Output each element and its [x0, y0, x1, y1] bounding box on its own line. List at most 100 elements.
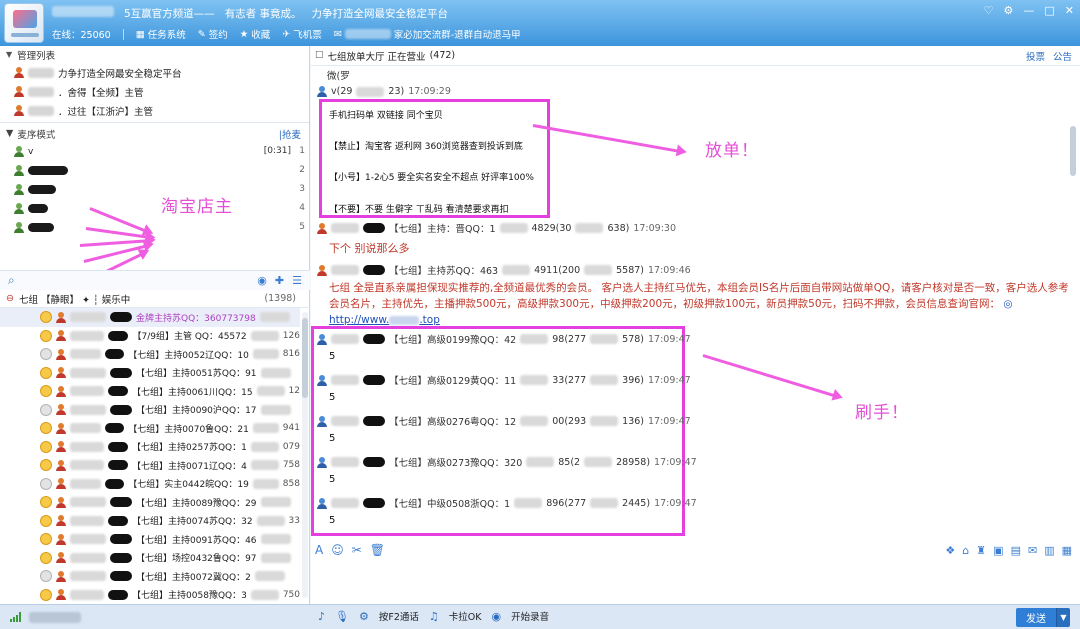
nav-favorite[interactable]: ★ 收藏	[240, 27, 271, 42]
member-item[interactable]: 【七组】主持0074苏QQ：32 33	[0, 512, 300, 531]
member-item[interactable]: 【七组】主持0072冀QQ：2	[0, 567, 300, 586]
queue-item[interactable]: 3	[0, 180, 309, 199]
member-list-scrollbar[interactable]	[302, 312, 308, 598]
karaoke-button[interactable]: 卡拉OK	[449, 609, 482, 623]
member-item[interactable]: 【七组】实主0442皖QQ：19 858	[0, 475, 300, 494]
settings-icon[interactable]: ⚙	[1004, 4, 1014, 17]
group-header[interactable]: ⊖ 七组 【静眼】 ✦ ┆ 娱乐中 (1398)	[0, 290, 310, 308]
member-item[interactable]: 【七组】主持0070鲁QQ：21 941	[0, 419, 300, 438]
member-item[interactable]: 【七组】主持0058豫QQ：3 750	[0, 586, 300, 605]
emoji-icon[interactable]: ☺	[331, 543, 344, 557]
book-icon[interactable]: ▤	[1011, 544, 1021, 557]
reply-meta: 【七组】高级0129黄QQ：11 33(277 396) 17:09:47	[317, 373, 691, 387]
message-icon[interactable]: ✉	[1028, 544, 1037, 557]
admin-list-header[interactable]: ▼ 管理列表	[0, 46, 309, 63]
notice-link[interactable]: ✉ 家必加交流群-退群自动退马甲	[334, 27, 521, 42]
member-item[interactable]: 【七组】主持0090沪QQ：17	[0, 401, 300, 420]
chat-scrollbar[interactable]	[1070, 126, 1076, 176]
admin-item[interactable]: 力争打造全网最安全稳定平台	[0, 63, 309, 82]
redacted-name	[70, 330, 104, 341]
nav-task-system[interactable]: ▦ 任务系统	[136, 27, 186, 42]
skin-icon[interactable]: ♡	[984, 4, 994, 17]
add-member-icon[interactable]: ✚	[275, 274, 284, 287]
admin-item[interactable]: ．过往【江浙沪】主管	[0, 101, 309, 120]
vote-link[interactable]: 投票	[1026, 49, 1045, 63]
box-icon[interactable]: ▣	[993, 544, 1003, 557]
member-item[interactable]: 【七组】主持0089豫QQ：29	[0, 493, 300, 512]
announcement-link[interactable]: 公告	[1053, 49, 1072, 63]
location-icon[interactable]: ◉	[257, 274, 267, 287]
trash-icon[interactable]: 🗑	[370, 543, 385, 557]
mic-queue-header[interactable]: ▼ 麦序模式 |抢麦	[0, 125, 309, 142]
scissors-icon[interactable]: ✂	[352, 543, 362, 557]
search-icon[interactable]: ⌕	[8, 273, 15, 288]
queue-item[interactable]: v [0:31] 1	[0, 142, 309, 161]
member-item[interactable]: 【七组】主持0051苏QQ：91	[0, 364, 300, 383]
shop-owner-annotation: 淘宝店主	[161, 197, 233, 217]
collapse-icon[interactable]: ⊖	[6, 293, 14, 304]
member-item[interactable]: 【七组】主持0071辽QQ：4 758	[0, 456, 300, 475]
shop-icon[interactable]: ⌂	[962, 544, 969, 557]
redacted-name	[110, 312, 132, 323]
music-icon[interactable]: ♫	[429, 610, 439, 623]
annotation-arrow	[532, 124, 681, 154]
vip-icon[interactable]: ♜	[976, 544, 986, 557]
redacted-id	[575, 223, 604, 233]
f2-talk-button[interactable]: 按F2通话	[379, 609, 419, 623]
website-link[interactable]: http://www. .top	[329, 314, 440, 326]
member-item[interactable]: 【七组】主持0052辽QQ：10 816	[0, 345, 300, 364]
maximize-icon[interactable]: □	[1044, 4, 1054, 17]
queue-item[interactable]: 4	[0, 199, 309, 218]
level-icon	[40, 477, 52, 490]
microphone-icon[interactable]: 🎙	[335, 610, 349, 623]
chevron-down-icon[interactable]: ▼	[1056, 608, 1070, 627]
gift-icon[interactable]: ❖	[945, 544, 955, 557]
speaker-icon[interactable]: ♪	[318, 610, 325, 623]
chevron-down-icon: ▼	[6, 50, 13, 59]
channel-name: 5互赢官方频道——	[124, 8, 215, 20]
member-label: 【七组】主持0061川QQ：15	[132, 387, 253, 398]
user-icon	[56, 311, 66, 323]
send-button[interactable]: 发送	[1016, 608, 1056, 627]
minimize-icon[interactable]: —	[1023, 4, 1034, 17]
member-item[interactable]: 金牌主持苏QQ：360773798	[0, 308, 300, 327]
record-icon[interactable]: ◉	[491, 610, 501, 623]
user-icon	[56, 478, 66, 490]
close-icon[interactable]: ✕	[1065, 4, 1074, 17]
user-icon	[56, 385, 66, 397]
user-icon	[317, 222, 327, 234]
nav-sign[interactable]: ✎ 签约	[198, 27, 228, 42]
redacted-id	[520, 375, 549, 385]
redacted-name	[70, 497, 106, 508]
redacted-name	[107, 330, 129, 341]
room-icon: ☐	[315, 50, 324, 61]
member-item[interactable]: 【七组】场控0432鲁QQ：97	[0, 549, 300, 568]
member-item[interactable]: 【七组】主持0061川QQ：15 12	[0, 382, 300, 401]
user-icon	[56, 459, 66, 471]
channel-platform: 力争打造全网最安全稳定平台	[311, 8, 449, 20]
queue-item[interactable]: 2	[0, 161, 309, 180]
grab-mic-button[interactable]: |抢麦	[279, 127, 301, 141]
redacted-id	[514, 498, 543, 508]
redacted-name	[331, 265, 359, 275]
list-icon[interactable]: ☰	[292, 274, 302, 287]
window-controls: ♡ ⚙ — □ ✕	[984, 4, 1074, 17]
channel-slogan: 有志者 事竟成。	[224, 8, 302, 20]
redacted-id	[252, 478, 279, 489]
user-icon	[317, 497, 327, 509]
grid-icon[interactable]: ▦	[1062, 544, 1072, 557]
font-icon[interactable]: A	[315, 543, 323, 557]
member-item[interactable]: 【7/9组】主管 QQ：45572 126	[0, 327, 300, 346]
admin-item[interactable]: ．舍得【全频】主管	[0, 82, 309, 101]
group-name: 七组 【静眼】 ✦ ┆ 娱乐中	[18, 294, 131, 306]
nav-ticket[interactable]: ✈ 飞机票	[282, 27, 321, 42]
record-button[interactable]: 开始录音	[511, 609, 549, 623]
annotation-arrow	[702, 354, 838, 398]
member-item[interactable]: 【七组】主持0257苏QQ：1 079	[0, 438, 300, 457]
redacted-id	[590, 375, 619, 385]
document-icon[interactable]: ▥	[1044, 544, 1054, 557]
member-item[interactable]: 【七组】主持0091苏QQ：46	[0, 530, 300, 549]
redacted-name	[70, 367, 106, 378]
app-logo-icon[interactable]	[4, 3, 44, 43]
mic-settings-icon[interactable]: ⚙	[359, 610, 369, 623]
